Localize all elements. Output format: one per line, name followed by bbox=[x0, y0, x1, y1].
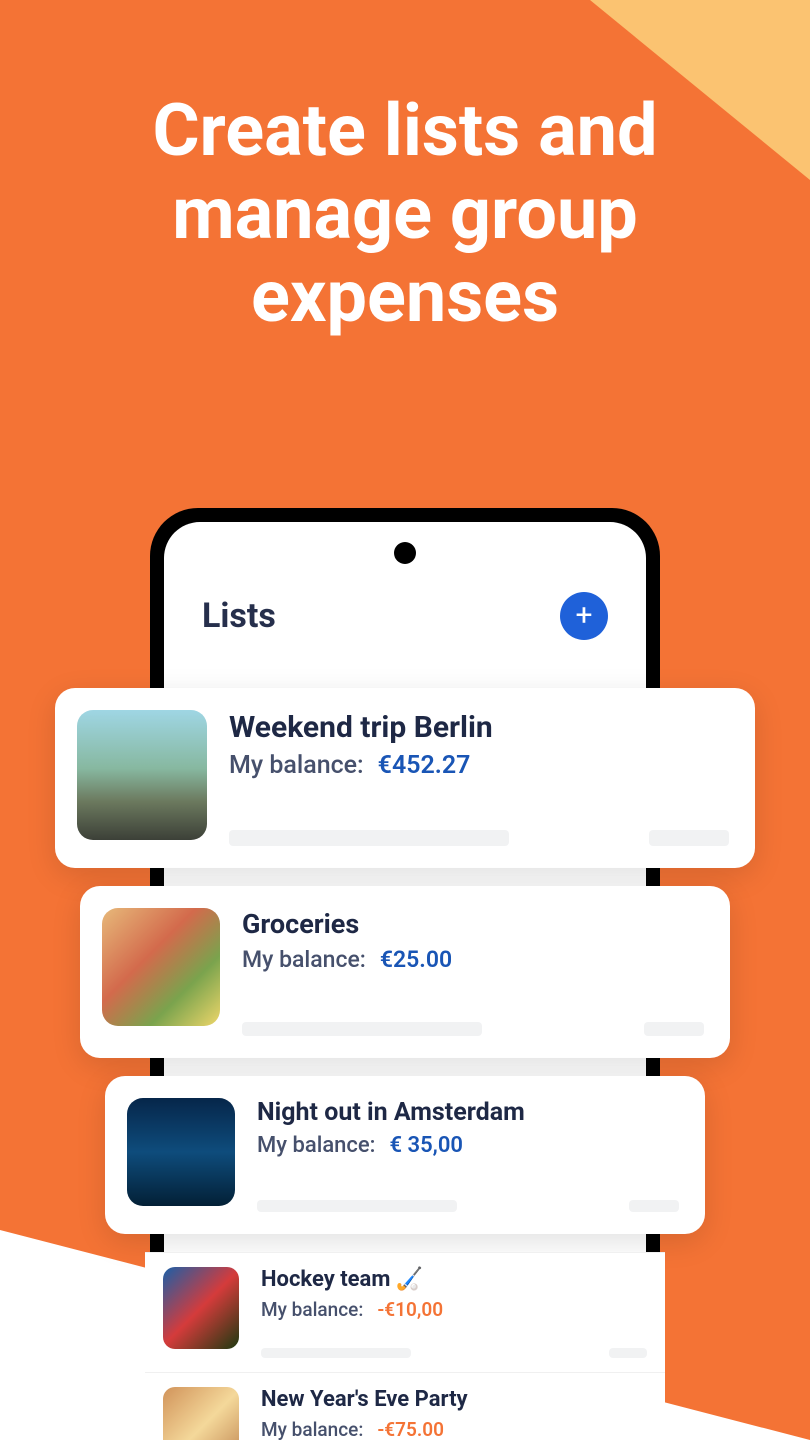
balance-amount: -€10,00 bbox=[377, 1298, 443, 1321]
lists-overlay: Weekend trip Berlin My balance: €452.27 … bbox=[45, 688, 765, 1440]
list-card[interactable]: New Year's Eve Party My balance: -€75.00 bbox=[145, 1372, 665, 1440]
balance-label: My balance: bbox=[257, 1133, 376, 1158]
list-thumbnail bbox=[77, 710, 207, 840]
add-list-button[interactable]: + bbox=[560, 592, 608, 640]
list-title: Weekend trip Berlin bbox=[229, 710, 729, 745]
list-thumbnail bbox=[127, 1098, 235, 1206]
balance-label: My balance: bbox=[261, 1298, 363, 1321]
balance-label: My balance: bbox=[229, 751, 364, 780]
list-title: Groceries bbox=[242, 908, 704, 940]
balance-amount: € 35,00 bbox=[390, 1133, 463, 1158]
list-thumbnail bbox=[163, 1267, 239, 1349]
skeleton-row bbox=[261, 1348, 647, 1358]
balance-label: My balance: bbox=[261, 1418, 363, 1440]
plus-icon: + bbox=[575, 601, 592, 631]
balance-label: My balance: bbox=[242, 946, 366, 973]
list-title: Night out in Amsterdam bbox=[257, 1098, 679, 1127]
list-thumbnail bbox=[102, 908, 220, 1026]
phone-camera-notch bbox=[394, 542, 416, 564]
list-card[interactable]: Hockey team 🏑 My balance: -€10,00 bbox=[145, 1252, 665, 1372]
list-card[interactable]: Night out in Amsterdam My balance: € 35,… bbox=[105, 1076, 705, 1234]
list-thumbnail bbox=[163, 1387, 239, 1440]
skeleton-row bbox=[229, 830, 729, 846]
list-card[interactable]: Groceries My balance: €25.00 bbox=[80, 886, 730, 1058]
list-title: Hockey team 🏑 bbox=[261, 1267, 647, 1292]
balance-amount: -€75.00 bbox=[377, 1418, 444, 1440]
skeleton-row bbox=[242, 1022, 704, 1036]
screen-header: Lists + bbox=[164, 592, 646, 640]
page-title: Lists bbox=[202, 596, 276, 636]
balance-amount: €452.27 bbox=[378, 751, 471, 780]
skeleton-row bbox=[257, 1200, 679, 1212]
list-card[interactable]: Weekend trip Berlin My balance: €452.27 bbox=[55, 688, 755, 868]
list-title: New Year's Eve Party bbox=[261, 1387, 647, 1412]
balance-amount: €25.00 bbox=[380, 946, 452, 973]
marketing-headline: Create lists and manage group expenses bbox=[0, 90, 810, 338]
